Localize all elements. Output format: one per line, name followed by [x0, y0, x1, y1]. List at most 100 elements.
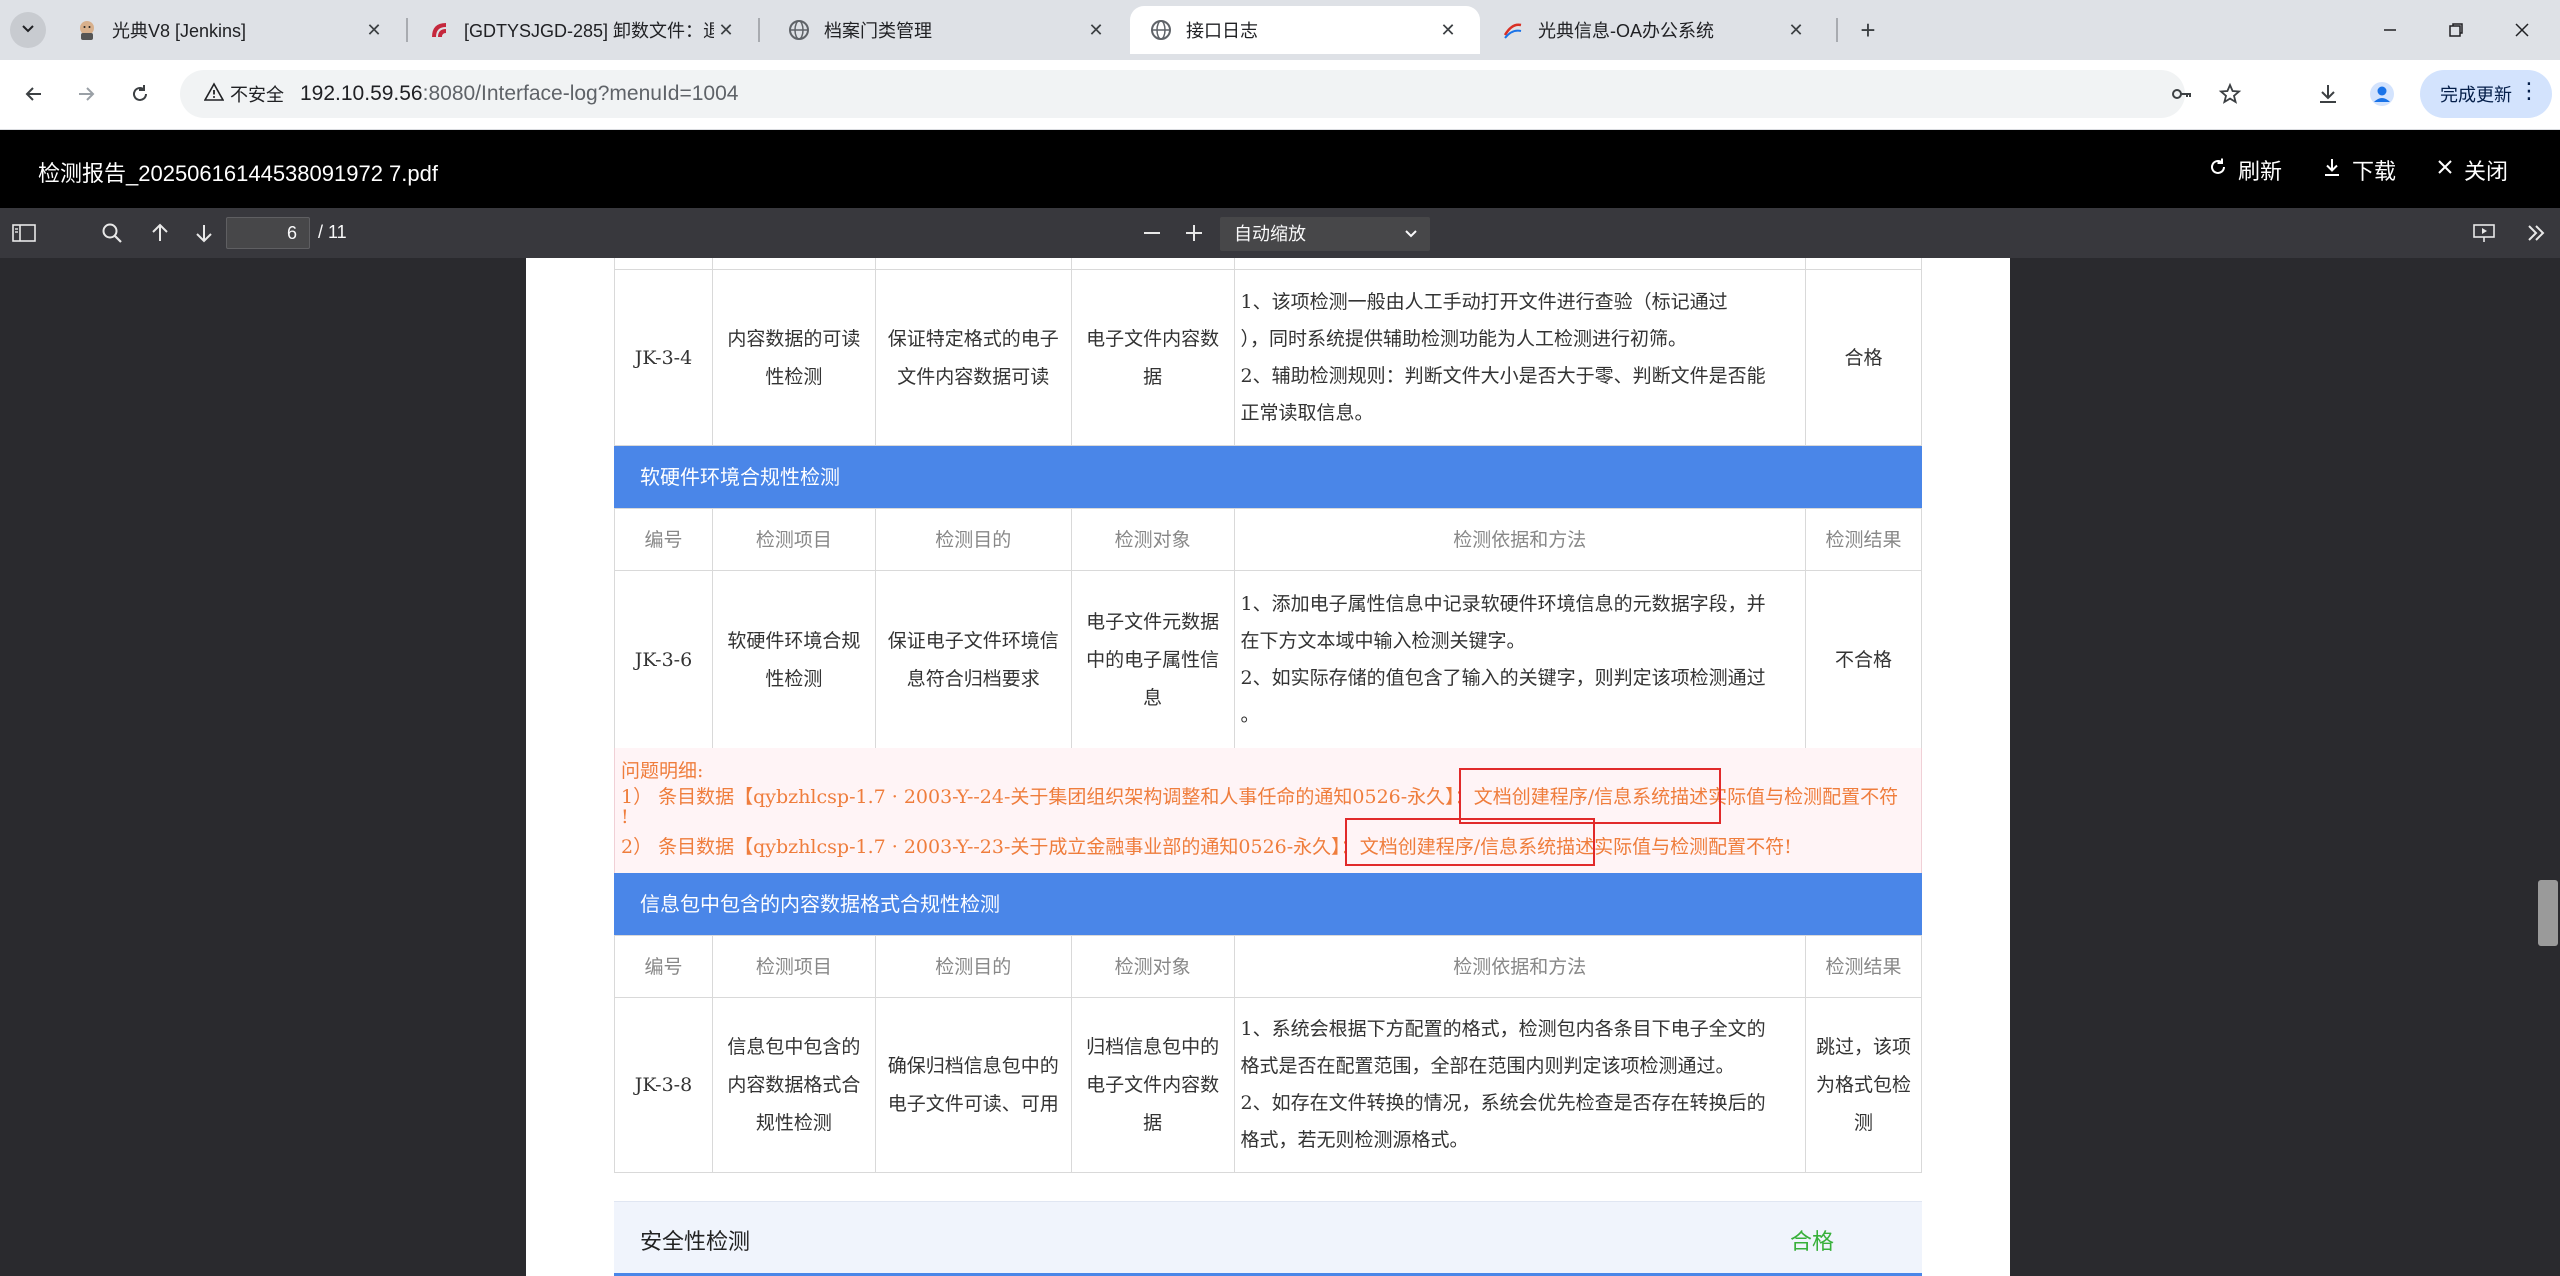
- close-viewer-button[interactable]: 关闭: [2436, 154, 2508, 186]
- method-line: 2、如存在文件转换的情况，系统会优先检查是否存在转换后的: [1240, 1092, 1766, 1114]
- address-bar[interactable]: 不安全 192.10.59.56:8080/Interface-log?menu…: [180, 70, 2242, 118]
- sidebar-toggle-button[interactable]: [8, 217, 40, 249]
- download-label: 下载: [2352, 159, 2397, 184]
- check-item: 信息包中包含的内容数据格式合规性检测: [711, 997, 876, 1173]
- method-line: 2、辅助检测规则：判断文件大小是否大于零、判断文件是否能: [1240, 364, 1766, 387]
- report-table-content-readability: JK-3-4 内容数据的可读性检测 保证特定格式的电子文件内容数据可读 电子文件…: [614, 258, 1922, 446]
- close-icon[interactable]: ✕: [1084, 18, 1108, 42]
- zoom-label: 自动缩放: [1234, 224, 1306, 244]
- zoom-out-button[interactable]: [1136, 217, 1168, 249]
- check-item: 内容数据的可读性检测: [711, 269, 876, 446]
- column-header: 检测项目: [711, 935, 876, 998]
- refresh-label: 刷新: [2238, 159, 2283, 184]
- check-result: 不合格: [1805, 570, 1922, 749]
- method-line: 正常读取信息。: [1240, 401, 1374, 424]
- presentation-icon: [2473, 224, 2495, 242]
- arrow-up-icon: [152, 223, 168, 241]
- globe-icon: [1150, 19, 1172, 41]
- forward-button[interactable]: [66, 74, 106, 114]
- tools-menu-button[interactable]: [2520, 217, 2552, 249]
- security-indicator[interactable]: 不安全: [194, 77, 294, 111]
- back-button[interactable]: [14, 74, 54, 114]
- find-button[interactable]: [96, 217, 128, 249]
- tab-interface-log[interactable]: 接口日志 ✕: [1130, 6, 1480, 54]
- zoom-select[interactable]: 自动缩放: [1220, 217, 1430, 251]
- update-button[interactable]: 完成更新 ⋮: [2420, 70, 2552, 118]
- tab-jenkins[interactable]: 光典V8 [Jenkins] ✕: [56, 6, 406, 54]
- tab-separator: [1836, 18, 1838, 42]
- pdf-document-area[interactable]: JK-3-4 内容数据的可读性检测 保证特定格式的电子文件内容数据可读 电子文件…: [0, 258, 2560, 1276]
- tab-oa-system[interactable]: 光典信息-OA办公系统 ✕: [1482, 6, 1828, 54]
- url-text[interactable]: 192.10.59.56:8080/Interface-log?menuId=1…: [300, 82, 738, 106]
- previous-page-button[interactable]: [144, 217, 176, 249]
- browser-toolbar: 不安全 192.10.59.56:8080/Interface-log?menu…: [0, 60, 2560, 130]
- password-key-button[interactable]: [2162, 74, 2202, 114]
- tab-title: 光典V8 [Jenkins]: [112, 21, 247, 41]
- downloads-button[interactable]: [2308, 74, 2348, 114]
- column-header: 检测目的: [874, 508, 1072, 571]
- plus-icon: +: [1860, 14, 1876, 45]
- scrollbar-thumb[interactable]: [2538, 880, 2558, 946]
- tab-jira[interactable]: [GDTYSJGD-285] 卸数文件：退 ✕: [408, 6, 758, 54]
- check-object: 电子文件内容数据: [1070, 269, 1235, 446]
- window-close-button[interactable]: [2500, 10, 2544, 50]
- problem-title: 问题明细:: [621, 760, 704, 782]
- method-line: 。: [1240, 703, 1260, 726]
- table-cell: [614, 258, 713, 270]
- table-row: [614, 258, 1922, 270]
- method-line: 格式，若无则检测源格式。: [1240, 1129, 1469, 1151]
- bookmark-star-button[interactable]: [2210, 74, 2250, 114]
- close-icon[interactable]: ✕: [362, 18, 386, 42]
- close-icon[interactable]: ✕: [1784, 18, 1808, 42]
- check-purpose: 确保归档信息包中的电子文件可读、可用: [874, 997, 1072, 1173]
- presentation-mode-button[interactable]: [2468, 217, 2500, 249]
- zoom-in-button[interactable]: [1178, 217, 1210, 249]
- close-icon: [2436, 158, 2454, 182]
- close-icon[interactable]: ✕: [1436, 18, 1460, 42]
- column-header: 检测依据和方法: [1233, 508, 1807, 571]
- column-header: 检测对象: [1070, 935, 1235, 998]
- restore-button[interactable]: [2434, 10, 2478, 50]
- check-purpose: 保证特定格式的电子文件内容数据可读: [874, 269, 1072, 446]
- tab-search-button[interactable]: [10, 12, 46, 48]
- profile-button[interactable]: [2362, 74, 2402, 114]
- close-icon[interactable]: ✕: [714, 18, 738, 42]
- pdf-page: JK-3-4 内容数据的可读性检测 保证特定格式的电子文件内容数据可读 电子文件…: [526, 258, 2010, 1276]
- table-row: JK-3-4 内容数据的可读性检测 保证特定格式的电子文件内容数据可读 电子文件…: [614, 269, 1922, 446]
- check-method: 1、系统会根据下方配置的格式，检测包内各条目下电子全文的 格式是否在配置范围，全…: [1233, 997, 1807, 1173]
- method-line: 1、添加电子属性信息中记录软硬件环境信息的元数据字段，并: [1240, 592, 1766, 615]
- reload-button[interactable]: [120, 74, 160, 114]
- page-number-input[interactable]: 6: [226, 217, 310, 249]
- method-line: ），同时系统提供辅助检测功能为人工检测进行初筛。: [1240, 327, 1688, 350]
- tab-archive-category[interactable]: 档案门类管理 ✕: [768, 6, 1128, 54]
- chevron-down-icon: [1404, 217, 1418, 251]
- download-icon: [2322, 157, 2342, 183]
- new-tab-button[interactable]: +: [1850, 12, 1886, 48]
- section-title: 安全性检测: [640, 1230, 751, 1255]
- method-line: 格式是否在配置范围，全部在范围内则判定该项检测通过。: [1240, 1055, 1735, 1077]
- next-page-button[interactable]: [188, 217, 220, 249]
- refresh-icon: [2208, 157, 2228, 183]
- key-icon: [2172, 89, 2191, 99]
- check-code: JK-3-6: [614, 570, 713, 749]
- restore-icon: [2449, 23, 2463, 37]
- check-code: JK-3-8: [614, 997, 713, 1173]
- globe-icon: [788, 19, 810, 41]
- table-cell: [1233, 258, 1807, 270]
- table-header-row: 编号 检测项目 检测目的 检测对象 检测依据和方法 检测结果: [614, 935, 1922, 998]
- check-item: 软硬件环境合规性检测: [711, 570, 876, 749]
- refresh-button[interactable]: 刷新: [2208, 154, 2282, 186]
- method-line: 1、系统会根据下方配置的格式，检测包内各条目下电子全文的: [1240, 1018, 1766, 1040]
- minimize-button[interactable]: [2368, 10, 2412, 50]
- pdf-viewer-header: 检测报告_20250616144538091972 7.pdf 刷新 下载 关闭: [0, 130, 2560, 208]
- minimize-icon: [2384, 29, 2396, 31]
- download-button[interactable]: 下载: [2322, 154, 2396, 186]
- security-label: 不安全: [230, 85, 284, 105]
- jenkins-icon: [76, 19, 98, 41]
- column-header: 编号: [614, 935, 713, 998]
- update-label: 完成更新: [2440, 85, 2512, 105]
- more-vert-icon: ⋮: [2518, 78, 2540, 103]
- problem-details: 问题明细: 1） 条目数据【qybzhlcsp-1.7 · 2003-Y--24…: [614, 748, 1922, 873]
- close-label: 关闭: [2464, 159, 2509, 184]
- problem-line-1-cont: !: [621, 806, 629, 828]
